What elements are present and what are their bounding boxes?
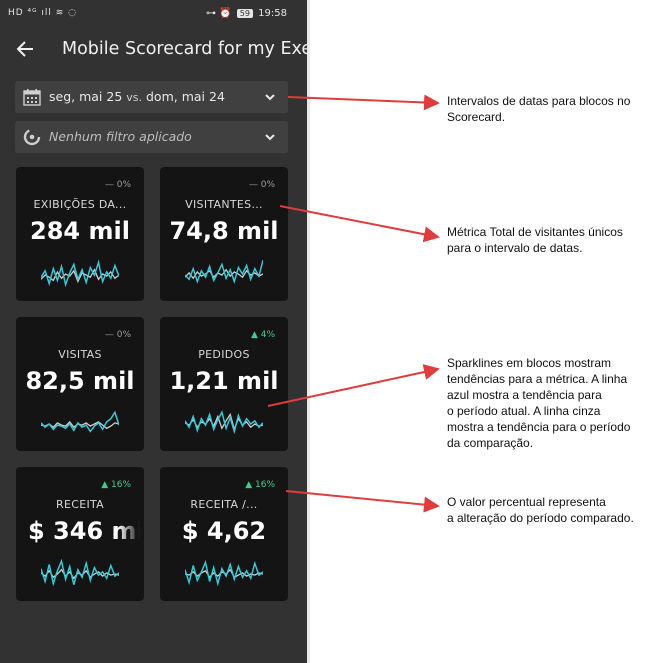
status-bar-right: ⊶ ⏰ 59 19:58	[206, 8, 287, 19]
filter-selector[interactable]: Nenhum filtro aplicado	[15, 121, 288, 153]
metric-label: RECEITA	[56, 498, 104, 511]
key-alarm-icons: ⊶ ⏰	[205, 8, 232, 19]
metric-tile[interactable]: ▲ 16% RECEITA $ 346 mil	[16, 467, 144, 601]
versus-label: vs.	[126, 91, 143, 104]
battery-icon: 59	[236, 9, 253, 18]
sparkline	[185, 559, 263, 587]
callout-arrow-date-range	[287, 94, 440, 111]
sparkline-current-line	[185, 559, 263, 587]
percent-change: — 0%	[104, 330, 131, 340]
metric-tile[interactable]: ▲ 16% RECEITA /... $ 4,62	[160, 467, 288, 601]
chevron-down-icon	[265, 94, 275, 101]
metric-value: 82,5 mil	[25, 367, 135, 395]
chevron-down-icon	[265, 134, 275, 141]
clock-time: 19:58	[258, 8, 287, 19]
calendar-icon	[23, 89, 41, 106]
app-bar: Mobile Scorecard for my Exec	[0, 30, 307, 72]
value-fade-overlay	[118, 517, 144, 549]
metric-label: PEDIDOS	[198, 348, 250, 361]
current-date: seg, mai 25	[49, 89, 123, 104]
network-status-icons: HD ⁴ᴳ ıll ≋ ◌	[8, 8, 78, 18]
metric-value: 74,8 mil	[169, 217, 279, 245]
page-title: Mobile Scorecard for my Exec	[62, 39, 307, 59]
metric-label: VISITAS	[58, 348, 102, 361]
segment-filter-icon	[23, 128, 41, 146]
metric-tile[interactable]: ▲ 4% PEDIDOS 1,21 mil	[160, 317, 288, 451]
metric-label: VISITANTES...	[185, 198, 263, 211]
sparkline-current-line	[185, 259, 263, 284]
date-range-selector[interactable]: seg, mai 25 vs. dom, mai 24	[15, 81, 288, 113]
screen-edge	[307, 0, 310, 663]
status-bar: HD ⁴ᴳ ıll ≋ ◌ ⊶ ⏰ 59 19:58	[0, 0, 307, 28]
sparkline	[41, 410, 119, 433]
sparkline	[185, 259, 263, 284]
annotation-date-ranges: Intervalos de datas para blocos no Score…	[447, 94, 631, 124]
date-range-text: seg, mai 25 vs. dom, mai 24	[49, 89, 225, 104]
back-arrow-icon[interactable]	[14, 38, 36, 60]
metric-tile[interactable]: — 0% EXIBIÇÕES DA... 284 mil	[16, 167, 144, 301]
sparkline	[41, 259, 119, 288]
filter-text: Nenhum filtro aplicado	[49, 129, 192, 144]
metric-tile[interactable]: — 0% VISITAS 82,5 mil	[16, 317, 144, 451]
annotation-unique-visitors: Métrica Total de visitantes únicos para …	[447, 225, 623, 255]
annotation-sparklines: Sparklines em blocos mostram tendências …	[447, 356, 631, 450]
percent-change: ▲ 16%	[101, 480, 131, 490]
annotation-percent-change: O valor percentual representa a alteraçã…	[447, 495, 634, 525]
percent-change: ▲ 16%	[245, 480, 275, 490]
metric-value: $ 4,62	[181, 517, 267, 545]
percent-change: — 0%	[248, 180, 275, 190]
sparkline	[41, 558, 119, 587]
mobile-app-screen: HD ⁴ᴳ ıll ≋ ◌ ⊶ ⏰ 59 19:58 Mobile Scorec…	[0, 0, 307, 663]
metric-label: EXIBIÇÕES DA...	[33, 198, 127, 211]
sparkline	[185, 410, 263, 435]
compare-date: dom, mai 24	[146, 89, 225, 104]
metric-value: 1,21 mil	[169, 367, 279, 395]
percent-change: — 0%	[104, 180, 131, 190]
metric-tile[interactable]: — 0% VISITANTES... 74,8 mil	[160, 167, 288, 301]
sparkline-current-line	[185, 410, 263, 435]
metric-label: RECEITA /...	[190, 498, 258, 511]
percent-change: ▲ 4%	[250, 330, 275, 340]
metric-value: 284 mil	[30, 217, 130, 245]
sparkline-current-line	[41, 259, 119, 288]
